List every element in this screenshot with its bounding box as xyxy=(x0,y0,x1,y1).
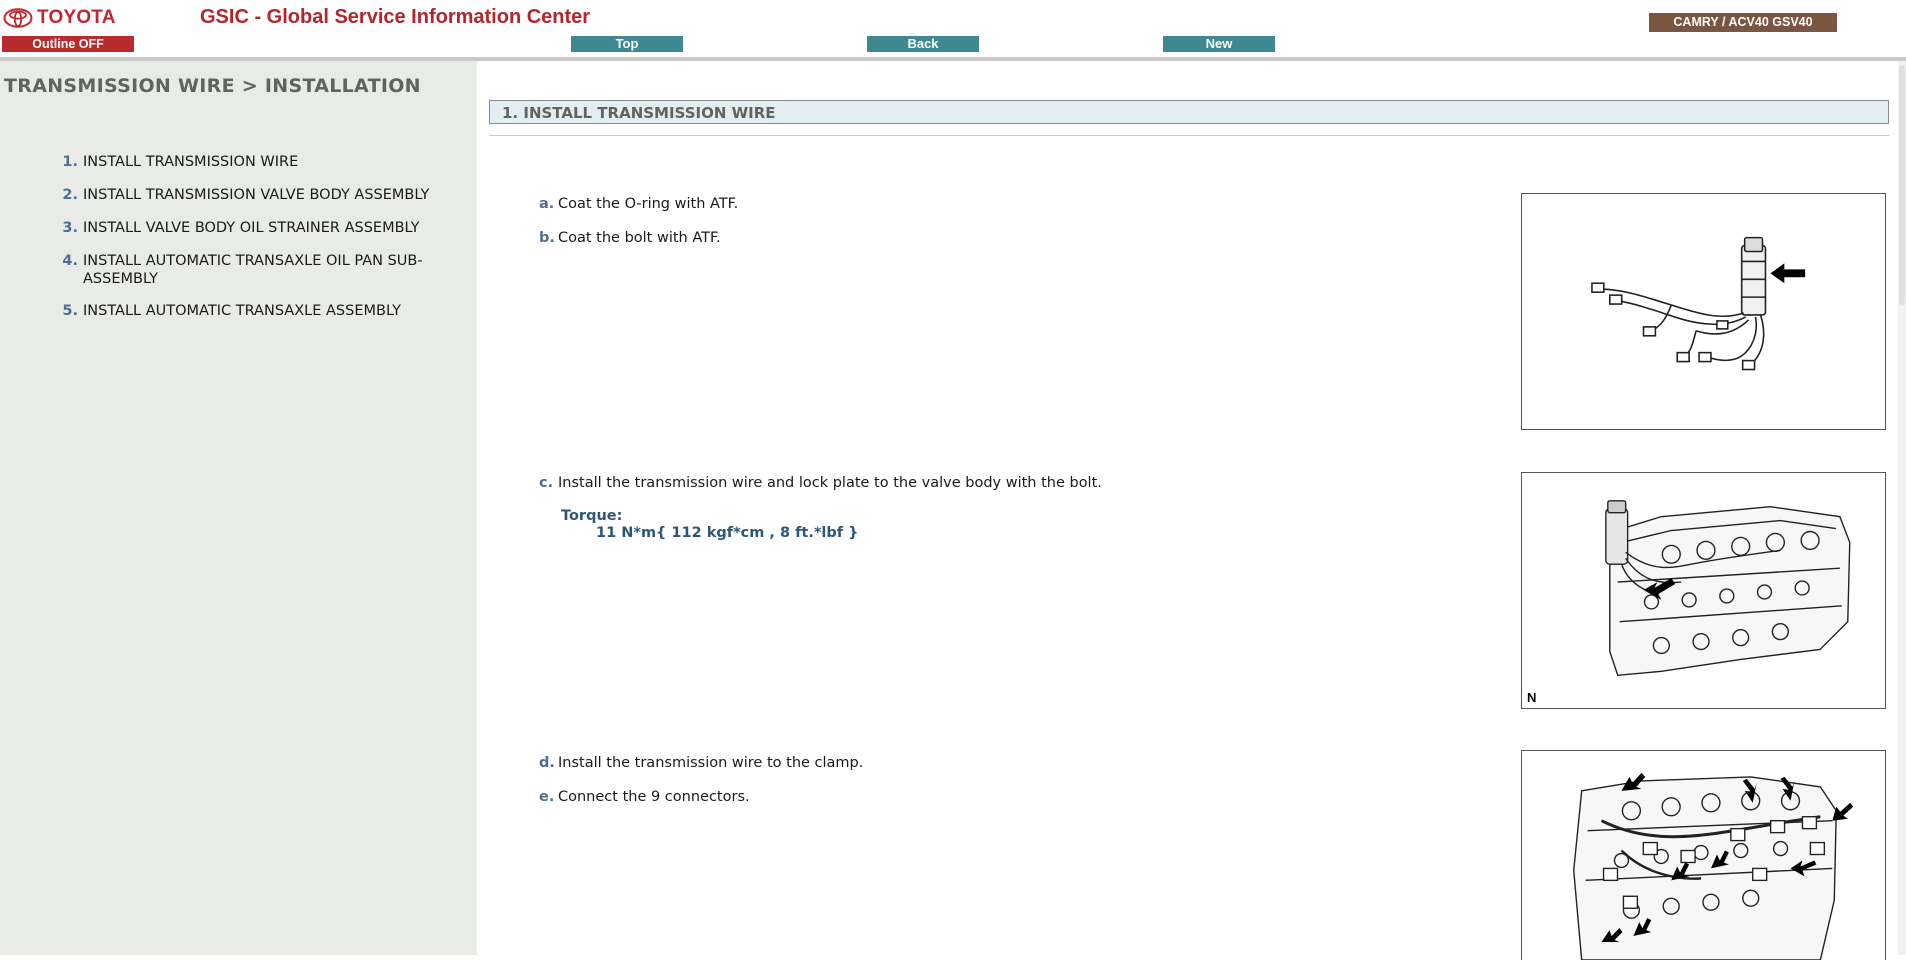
substep-b: b. Coat the bolt with ATF. xyxy=(539,230,721,246)
toc-item-number: 4. xyxy=(62,253,78,269)
substep-letter: b. xyxy=(539,230,555,246)
step-title: 1. INSTALL TRANSMISSION WIRE xyxy=(502,104,776,122)
arrow-icon xyxy=(1770,263,1806,284)
substep-letter: c. xyxy=(539,475,554,491)
scrollbar-thumb[interactable] xyxy=(1899,65,1905,305)
brand-name: TOYOTA xyxy=(37,7,116,28)
figure-valve-body: N xyxy=(1521,472,1886,709)
step-divider xyxy=(489,135,1889,136)
figure-transmission-wire xyxy=(1521,193,1886,430)
substep-a: a. Coat the O-ring with ATF. xyxy=(539,196,738,212)
back-button[interactable]: Back xyxy=(867,36,979,52)
outline-toggle-button[interactable]: Outline OFF xyxy=(2,36,134,52)
valve-body-illustration xyxy=(1605,500,1851,677)
page-title: TRANSMISSION WIRE > INSTALLATION xyxy=(4,75,421,97)
toc-item-label: INSTALL TRANSMISSION VALVE BODY ASSEMBLY xyxy=(83,187,430,203)
connectors-illustration xyxy=(1573,772,1854,960)
step-header: 1. INSTALL TRANSMISSION WIRE xyxy=(489,100,1889,124)
substep-text: Install the transmission wire and lock p… xyxy=(558,475,1102,491)
sidebar: TRANSMISSION WIRE > INSTALLATION 1. INST… xyxy=(0,61,477,955)
substep-letter: d. xyxy=(539,755,555,771)
torque-label: Torque: xyxy=(561,508,623,524)
toc-item-number: 2. xyxy=(62,187,78,203)
toyota-brand: TOYOTA xyxy=(3,6,116,30)
substep-d: d. Install the transmission wire to the c… xyxy=(539,755,863,771)
substep-letter: a. xyxy=(539,196,555,212)
toc-item-number: 5. xyxy=(62,303,78,319)
app-title: GSIC - Global Service Information Center xyxy=(200,6,591,28)
header: TOYOTA GSIC - Global Service Information… xyxy=(0,0,1906,58)
figure-label: N xyxy=(1527,690,1537,705)
substep-c: c. Install the transmission wire and lock… xyxy=(539,475,1102,491)
substep-e: e. Connect the 9 connectors. xyxy=(539,789,750,805)
content-pane: 1. INSTALL TRANSMISSION WIRE a. Coat the … xyxy=(477,61,1906,960)
figure-connectors xyxy=(1521,750,1886,960)
toc-item-label: INSTALL VALVE BODY OIL STRAINER ASSEMBLY xyxy=(83,220,420,236)
model-badge: CAMRY / ACV40 GSV40 xyxy=(1649,13,1837,32)
toc-item-number: 1. xyxy=(62,154,78,170)
toc-item-label: INSTALL TRANSMISSION WIRE xyxy=(83,154,299,170)
top-button[interactable]: Top xyxy=(571,36,683,52)
torque-value: 11 N*m{ 112 kgf*cm , 8 ft.*lbf } xyxy=(596,525,859,541)
toc-item-number: 3. xyxy=(62,220,78,236)
substep-text: Coat the bolt with ATF. xyxy=(558,230,721,246)
transmission-wire-illustration xyxy=(1591,236,1806,371)
substep-text: Coat the O-ring with ATF. xyxy=(558,196,739,212)
substep-letter: e. xyxy=(539,789,555,805)
toc-item-label: INSTALL AUTOMATIC TRANSAXLE ASSEMBLY xyxy=(83,303,401,319)
substep-text: Install the transmission wire to the cla… xyxy=(558,755,864,771)
toyota-logo-icon xyxy=(3,8,33,28)
new-button[interactable]: New xyxy=(1163,36,1275,52)
scrollbar[interactable] xyxy=(1898,61,1906,955)
substep-text: Connect the 9 connectors. xyxy=(558,789,750,805)
toc-item-label: INSTALL AUTOMATIC TRANSAXLE OIL PAN SUB-… xyxy=(83,253,423,287)
